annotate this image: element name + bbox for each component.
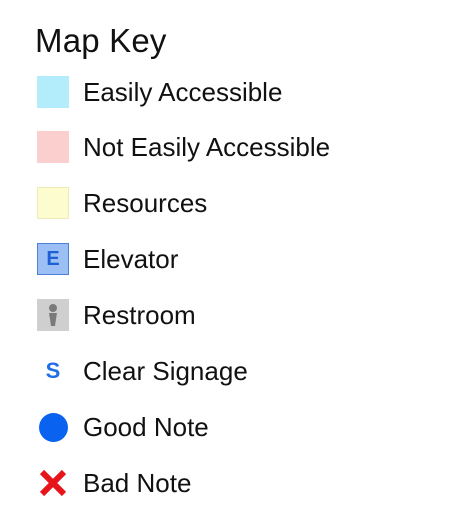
legend-item-good-note: Good Note bbox=[0, 407, 449, 447]
x-mark-icon bbox=[39, 469, 67, 497]
good-note-dot-icon bbox=[39, 413, 68, 442]
legend-label: Good Note bbox=[83, 412, 209, 442]
restroom-icon bbox=[37, 299, 69, 331]
map-key-legend: Map Key Easily Accessible Not Easily Acc… bbox=[0, 0, 449, 528]
legend-item-clear-signage: S Clear Signage bbox=[0, 351, 449, 391]
legend-item-resources: Resources bbox=[0, 183, 449, 223]
legend-item-not-easily-accessible: Not Easily Accessible bbox=[0, 127, 449, 167]
legend-label: Restroom bbox=[83, 300, 196, 330]
bad-note-x-icon bbox=[37, 467, 69, 499]
legend-label: Resources bbox=[83, 188, 208, 218]
legend-item-bad-note: Bad Note bbox=[0, 463, 449, 503]
legend-label: Not Easily Accessible bbox=[83, 132, 331, 162]
person-icon bbox=[49, 304, 57, 326]
elevator-icon: E bbox=[37, 243, 69, 275]
legend-item-elevator: E Elevator bbox=[0, 239, 449, 279]
legend-label: Bad Note bbox=[83, 468, 192, 498]
not-easily-accessible-swatch-icon bbox=[37, 131, 69, 163]
easily-accessible-swatch-icon bbox=[37, 76, 69, 108]
resources-swatch-icon bbox=[37, 187, 69, 219]
signage-icon: S bbox=[45, 358, 61, 383]
legend-label: Clear Signage bbox=[83, 356, 248, 386]
legend-label: Elevator bbox=[83, 244, 179, 274]
legend-item-restroom: Restroom bbox=[0, 295, 449, 335]
legend-title: Map Key bbox=[35, 22, 167, 59]
legend-item-easily-accessible: Easily Accessible bbox=[0, 72, 449, 112]
legend-label: Easily Accessible bbox=[83, 77, 283, 107]
